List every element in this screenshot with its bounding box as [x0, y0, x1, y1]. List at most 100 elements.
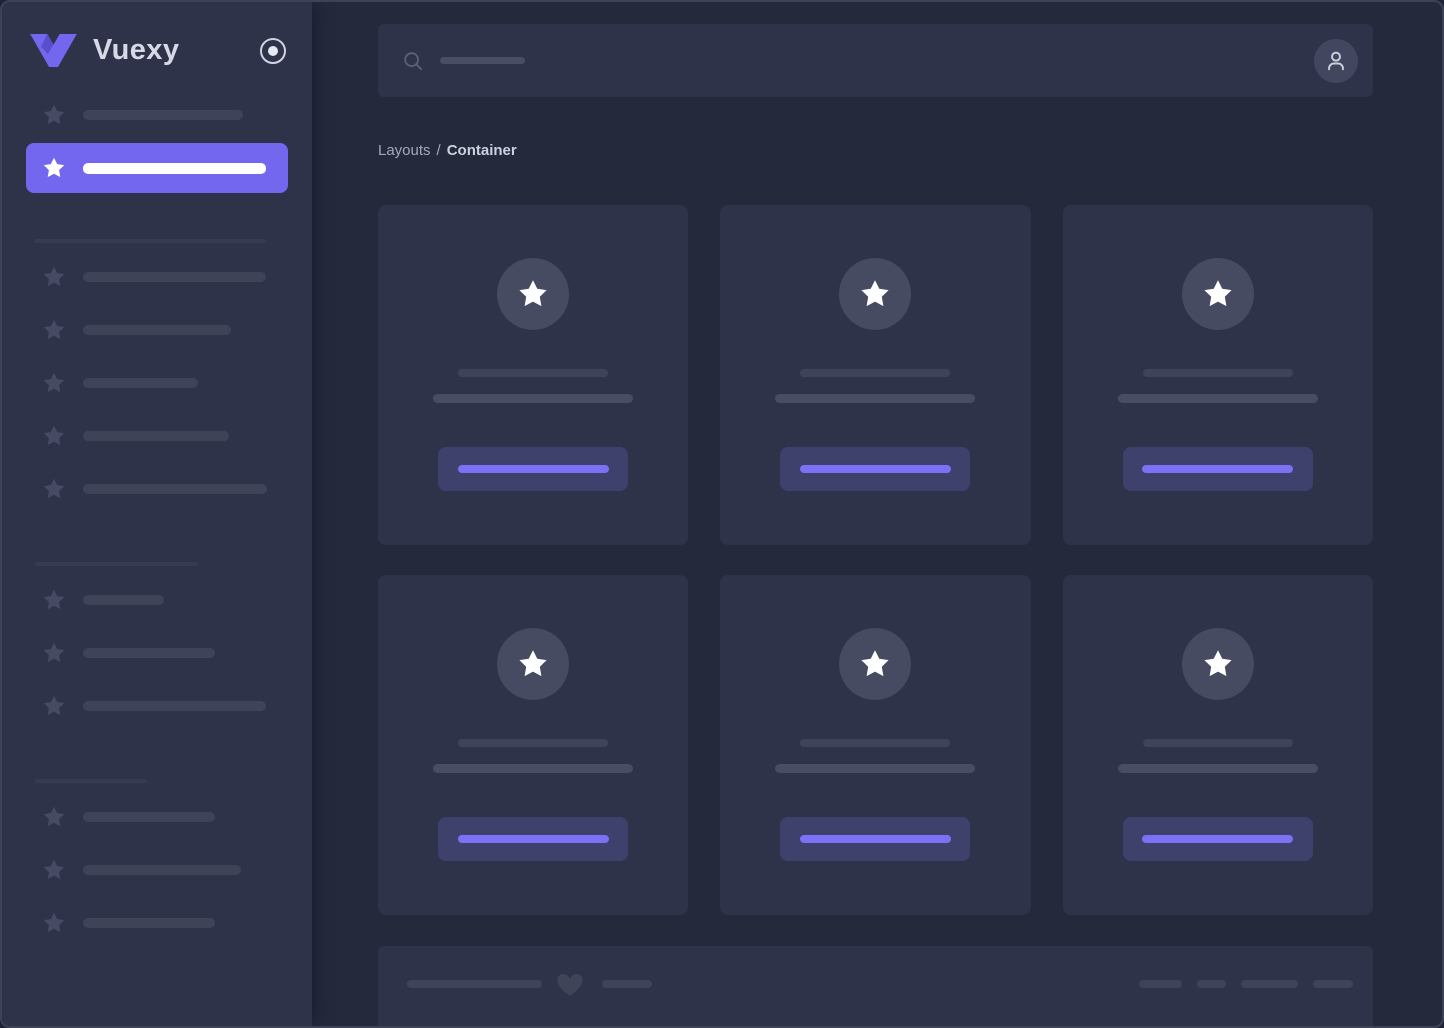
star-icon	[861, 650, 890, 677]
nav-section-header-bar	[35, 239, 266, 243]
search-icon	[404, 51, 423, 70]
footer-left-group	[407, 971, 652, 997]
star-icon	[519, 280, 547, 307]
radio-dot	[268, 45, 278, 56]
star-icon	[43, 695, 65, 716]
app-window: Vuexy Layouts / Container	[0, 0, 1444, 1028]
breadcrumb-section[interactable]: Layouts	[378, 142, 431, 159]
star-icon	[1204, 650, 1232, 677]
star-icon	[519, 650, 547, 677]
card-avatar-circle	[1181, 258, 1254, 330]
nav-item-label-bar	[83, 325, 231, 335]
placeholder-card	[1062, 575, 1373, 915]
sidebar-menu	[2, 67, 312, 935]
card-title-bar	[1142, 369, 1293, 377]
card-subtitle-bar	[1117, 764, 1318, 773]
star-icon	[43, 478, 65, 499]
card-title-bar	[1142, 739, 1293, 747]
card-avatar-circle	[1181, 628, 1254, 700]
nav-item[interactable]	[2, 318, 312, 342]
card-action-button[interactable]	[438, 817, 629, 861]
star-icon	[43, 104, 65, 125]
card-title-bar	[800, 369, 951, 377]
card-subtitle-bar	[775, 764, 976, 773]
footer-card	[378, 946, 1373, 1026]
star-icon	[43, 319, 65, 340]
breadcrumb: Layouts / Container	[378, 141, 1373, 161]
nav-item-label-bar	[83, 865, 241, 875]
button-label-bar	[457, 835, 609, 843]
nav-item[interactable]	[2, 424, 312, 448]
star-icon	[43, 642, 65, 663]
nav-item[interactable]	[2, 371, 312, 395]
card-title-bar	[800, 739, 951, 747]
star-icon	[43, 425, 65, 446]
user-avatar-button[interactable]	[1314, 38, 1358, 83]
nav-section-header-bar	[35, 562, 198, 566]
card-action-button[interactable]	[1122, 817, 1313, 861]
nav-item[interactable]	[2, 588, 312, 612]
footer-right-group	[1139, 980, 1353, 988]
search-bar[interactable]	[378, 24, 1373, 97]
nav-item-label-bar	[83, 595, 164, 605]
card-avatar-circle	[839, 628, 912, 700]
star-icon	[43, 372, 65, 393]
button-label-bar	[1142, 835, 1294, 843]
star-icon	[1204, 280, 1232, 307]
button-label-bar	[799, 835, 951, 843]
footer-link-bar	[1241, 980, 1298, 988]
star-icon	[43, 859, 65, 880]
nav-item[interactable]	[2, 265, 312, 289]
placeholder-card	[1062, 205, 1373, 545]
nav-item-label-bar	[83, 918, 215, 928]
nav-item-label-bar	[83, 812, 215, 822]
nav-item[interactable]	[2, 694, 312, 718]
placeholder-card	[378, 575, 689, 915]
nav-item-label-bar	[83, 701, 266, 711]
breadcrumb-separator: /	[436, 142, 441, 159]
footer-link-bar	[1197, 980, 1226, 988]
card-title-bar	[458, 739, 609, 747]
placeholder-card	[378, 205, 689, 545]
star-icon	[43, 912, 65, 933]
nav-item[interactable]	[2, 103, 312, 127]
nav-section-header-bar	[35, 779, 147, 783]
card-action-button[interactable]	[780, 447, 971, 491]
footer-text-bar	[407, 980, 542, 988]
card-grid	[378, 205, 1373, 915]
button-label-bar	[1142, 465, 1294, 473]
sidebar: Vuexy	[2, 2, 312, 1026]
nav-item[interactable]	[2, 641, 312, 665]
radio-circle-icon[interactable]	[260, 37, 286, 64]
nav-item-label-bar	[83, 648, 215, 658]
nav-item[interactable]	[2, 858, 312, 882]
search-placeholder-bar	[440, 57, 525, 64]
placeholder-card	[720, 575, 1031, 915]
nav-item-label-bar	[83, 162, 266, 174]
nav-item-label-bar	[83, 272, 266, 282]
nav-item-label-bar	[83, 378, 198, 388]
footer-link-bar	[1139, 980, 1182, 988]
card-action-button[interactable]	[1122, 447, 1313, 491]
main-content: Layouts / Container	[312, 2, 1442, 1026]
brand-name: Vuexy	[93, 34, 180, 66]
footer-text-bar	[602, 980, 652, 988]
card-action-button[interactable]	[780, 817, 971, 861]
star-icon	[43, 157, 65, 178]
nav-item-active[interactable]	[26, 143, 288, 193]
card-subtitle-bar	[775, 394, 976, 403]
card-avatar-circle	[497, 628, 570, 700]
breadcrumb-current: Container	[446, 142, 517, 159]
nav-item[interactable]	[2, 805, 312, 829]
card-action-button[interactable]	[438, 447, 629, 491]
user-icon	[1328, 51, 1344, 70]
card-subtitle-bar	[433, 764, 634, 773]
card-avatar-circle	[839, 258, 912, 330]
star-icon	[43, 589, 65, 610]
footer-link-bar	[1313, 980, 1353, 988]
card-title-bar	[458, 369, 609, 377]
card-subtitle-bar	[433, 394, 634, 403]
nav-item[interactable]	[2, 477, 312, 501]
nav-item[interactable]	[2, 911, 312, 935]
nav-item-label-bar	[83, 484, 267, 494]
